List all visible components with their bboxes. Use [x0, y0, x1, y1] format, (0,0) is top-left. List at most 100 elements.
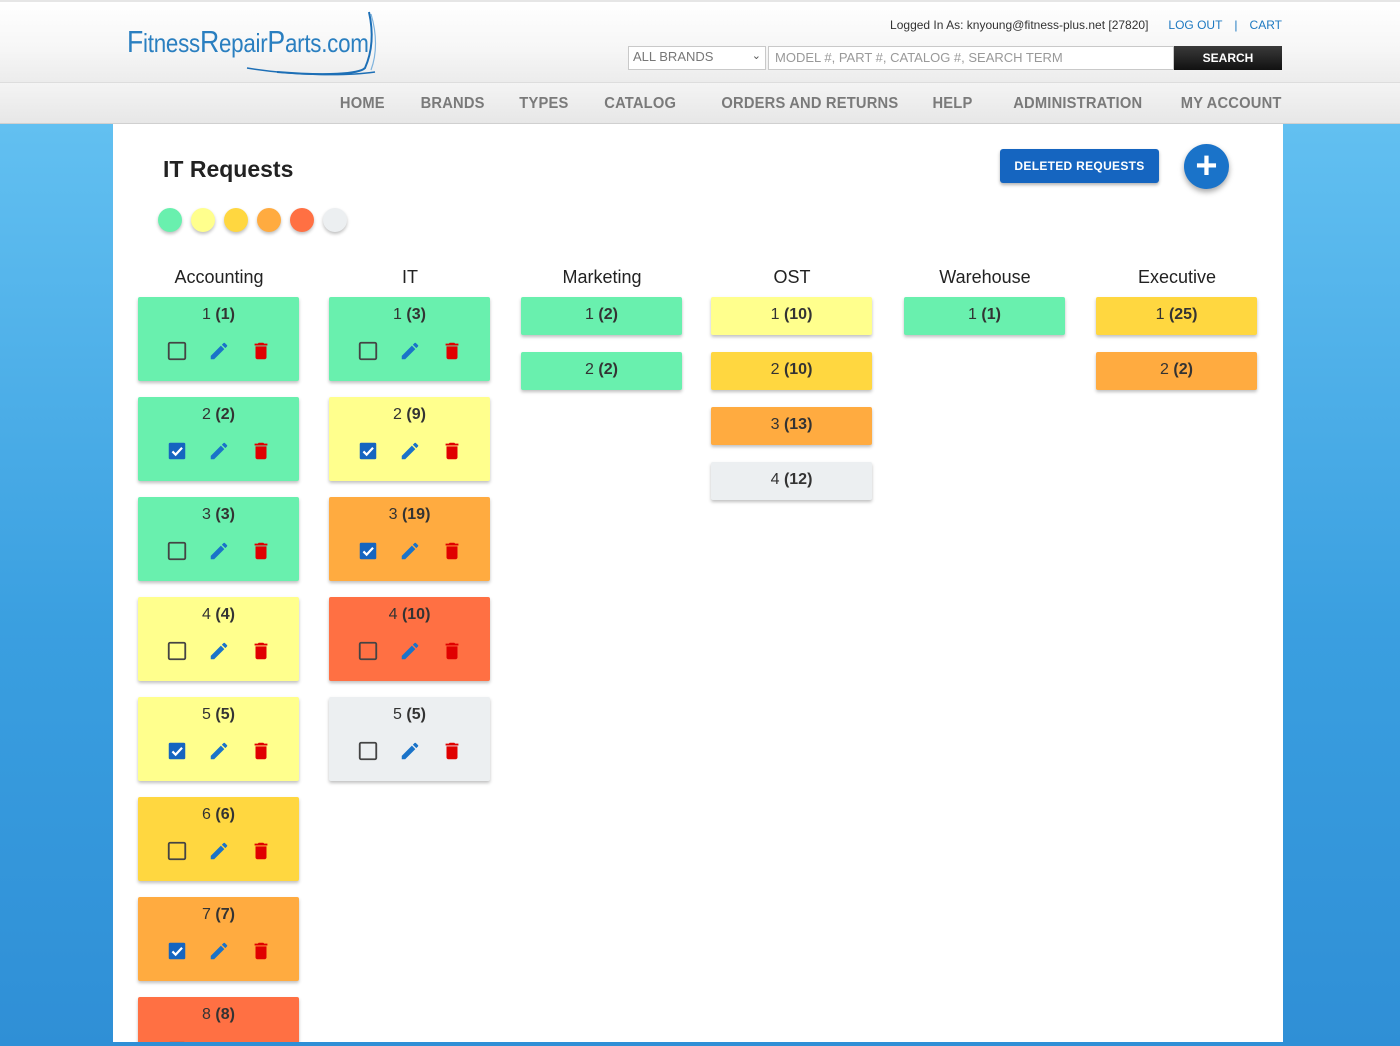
checkbox-icon[interactable]	[165, 839, 189, 863]
checkbox-icon[interactable]	[165, 1039, 189, 1042]
card-count: (1)	[981, 306, 1001, 323]
checkbox-icon[interactable]	[165, 339, 189, 363]
request-card[interactable]: 7 (7)	[138, 897, 299, 981]
request-card[interactable]: 8 (8)	[138, 997, 299, 1042]
request-card[interactable]: 2 (2)	[138, 397, 299, 481]
edit-pencil-icon[interactable]	[207, 1039, 231, 1042]
checkbox-icon[interactable]	[356, 639, 380, 663]
request-card[interactable]: 2 (10)	[711, 352, 872, 390]
card-label: 3 (13)	[711, 407, 872, 434]
nav-item-home[interactable]: HOME	[340, 95, 385, 113]
checkbox-checked-icon[interactable]	[356, 439, 380, 463]
account-bar: Logged In As: knyoung@fitness-plus.net […	[890, 18, 1282, 32]
card-count: (25)	[1168, 306, 1198, 323]
request-card[interactable]: 3 (3)	[138, 497, 299, 581]
edit-pencil-icon[interactable]	[398, 539, 422, 563]
edit-pencil-icon[interactable]	[207, 539, 231, 563]
checkbox-checked-icon[interactable]	[356, 539, 380, 563]
delete-trash-icon[interactable]	[249, 739, 273, 763]
delete-trash-icon[interactable]	[249, 639, 273, 663]
nav-item-catalog[interactable]: CATALOG	[604, 95, 676, 113]
card-label: 2 (9)	[329, 397, 490, 424]
checkbox-icon[interactable]	[356, 739, 380, 763]
edit-pencil-icon[interactable]	[398, 639, 422, 663]
separator: |	[1234, 18, 1238, 32]
request-card[interactable]: 4 (4)	[138, 597, 299, 681]
request-card[interactable]: 4 (10)	[329, 597, 490, 681]
checkbox-icon[interactable]	[356, 339, 380, 363]
brand-select[interactable]: ALL BRANDS ⌄	[628, 46, 766, 70]
delete-trash-icon[interactable]	[440, 339, 464, 363]
delete-trash-icon[interactable]	[440, 739, 464, 763]
nav-item-help[interactable]: HELP	[932, 95, 972, 113]
request-card[interactable]: 1 (2)	[521, 297, 682, 335]
delete-trash-icon[interactable]	[249, 1039, 273, 1042]
edit-pencil-icon[interactable]	[207, 639, 231, 663]
request-card[interactable]: 4 (12)	[711, 462, 872, 500]
delete-trash-icon[interactable]	[249, 439, 273, 463]
nav-item-brands[interactable]: BRANDS	[421, 95, 485, 113]
card-number: 8	[202, 1006, 216, 1023]
edit-pencil-icon[interactable]	[207, 339, 231, 363]
search-input[interactable]: MODEL #, PART #, CATALOG #, SEARCH TERM	[768, 46, 1174, 70]
request-card[interactable]: 3 (13)	[711, 407, 872, 445]
card-count: (9)	[406, 406, 426, 423]
column-title: Warehouse	[939, 267, 1031, 287]
edit-pencil-icon[interactable]	[207, 739, 231, 763]
delete-trash-icon[interactable]	[249, 339, 273, 363]
request-card[interactable]: 1 (1)	[138, 297, 299, 381]
edit-pencil-icon[interactable]	[398, 739, 422, 763]
delete-trash-icon[interactable]	[249, 539, 273, 563]
request-card[interactable]: 1 (25)	[1096, 297, 1257, 335]
request-card[interactable]: 5 (5)	[329, 697, 490, 781]
card-label: 1 (3)	[329, 297, 490, 324]
legend-dot-yellow	[224, 208, 248, 232]
add-request-button[interactable]: +	[1184, 144, 1229, 189]
nav-item-administration[interactable]: ADMINISTRATION	[1013, 95, 1142, 113]
request-card[interactable]: 3 (19)	[329, 497, 490, 581]
legend-dot-grey	[323, 208, 347, 232]
deleted-requests-button[interactable]: DELETED REQUESTS	[1000, 149, 1159, 183]
column-title: IT	[402, 267, 418, 287]
request-card[interactable]: 6 (6)	[138, 797, 299, 881]
request-card[interactable]: 1 (10)	[711, 297, 872, 335]
nav-item-types[interactable]: TYPES	[519, 95, 568, 113]
checkbox-checked-icon[interactable]	[165, 739, 189, 763]
request-card[interactable]: 5 (5)	[138, 697, 299, 781]
edit-pencil-icon[interactable]	[398, 439, 422, 463]
search-button[interactable]: SEARCH	[1174, 46, 1282, 70]
checkbox-checked-icon[interactable]	[165, 439, 189, 463]
card-number: 1	[770, 306, 784, 323]
card-number: 5	[202, 706, 216, 723]
nav-item-orders-and-returns[interactable]: ORDERS AND RETURNS	[722, 95, 899, 113]
request-card[interactable]: 2 (9)	[329, 397, 490, 481]
site-logo[interactable]: FitnessRepairParts.com	[127, 10, 387, 78]
checkbox-icon[interactable]	[165, 639, 189, 663]
card-label: 1 (2)	[521, 297, 682, 324]
card-number: 1	[585, 306, 599, 323]
card-count: (10)	[783, 361, 813, 378]
delete-trash-icon[interactable]	[440, 639, 464, 663]
request-card[interactable]: 2 (2)	[1096, 352, 1257, 390]
cart-link[interactable]: CART	[1250, 18, 1282, 32]
checkbox-checked-icon[interactable]	[165, 939, 189, 963]
card-count: (13)	[783, 416, 813, 433]
nav-item-my-account[interactable]: MY ACCOUNT	[1181, 95, 1282, 113]
delete-trash-icon[interactable]	[249, 839, 273, 863]
request-card[interactable]: 1 (1)	[904, 297, 1065, 335]
request-card[interactable]: 1 (3)	[329, 297, 490, 381]
delete-trash-icon[interactable]	[249, 939, 273, 963]
edit-pencil-icon[interactable]	[398, 339, 422, 363]
edit-pencil-icon[interactable]	[207, 839, 231, 863]
card-label: 2 (2)	[1096, 352, 1257, 379]
edit-pencil-icon[interactable]	[207, 939, 231, 963]
card-number: 2	[393, 406, 407, 423]
edit-pencil-icon[interactable]	[207, 439, 231, 463]
delete-trash-icon[interactable]	[440, 539, 464, 563]
delete-trash-icon[interactable]	[440, 439, 464, 463]
checkbox-icon[interactable]	[165, 539, 189, 563]
logout-link[interactable]: LOG OUT	[1168, 18, 1222, 32]
card-label: 5 (5)	[138, 697, 299, 724]
column-title: OST	[773, 267, 811, 287]
request-card[interactable]: 2 (2)	[521, 352, 682, 390]
